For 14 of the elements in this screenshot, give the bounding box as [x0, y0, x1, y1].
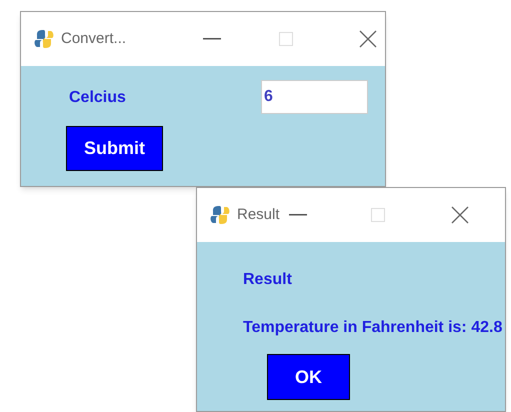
ok-button[interactable]: OK: [267, 354, 350, 400]
close-icon[interactable]: [451, 206, 469, 224]
window-title: Convert...: [61, 28, 126, 49]
input-field[interactable]: 6: [261, 80, 368, 114]
result-heading: Result: [243, 270, 292, 290]
close-icon[interactable]: [359, 30, 377, 48]
window-title: Result: [237, 204, 280, 225]
field-label: Celcius: [69, 88, 126, 108]
submit-button[interactable]: Submit: [66, 126, 163, 171]
result-message: Temperature in Fahrenheit is: 42.8: [243, 318, 502, 338]
minimize-icon[interactable]: [289, 214, 307, 216]
snake-logo-icon: [33, 28, 55, 50]
snake-logo-icon: [209, 204, 231, 226]
minimize-icon[interactable]: [203, 38, 221, 40]
